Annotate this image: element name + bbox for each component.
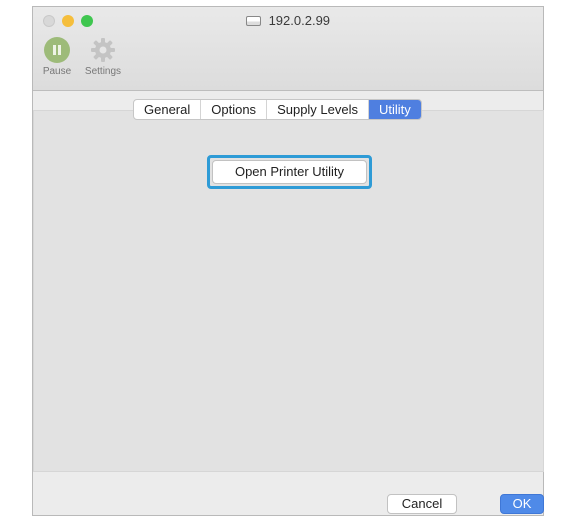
window-title-text: 192.0.2.99: [268, 13, 331, 28]
pause-icon: [44, 37, 70, 63]
ok-button[interactable]: OK: [500, 494, 544, 514]
printer-dialog-window: 192.0.2.99 Pause Settings General Option…: [32, 6, 544, 516]
dialog-content: General Options Supply Levels Utility Op…: [33, 91, 544, 515]
tab-bar: General Options Supply Levels Utility: [133, 99, 422, 120]
tab-supply-levels[interactable]: Supply Levels: [267, 100, 370, 119]
utility-tab-panel: Open Printer Utility: [33, 110, 544, 472]
title-bar: 192.0.2.99 Pause Settings: [33, 7, 543, 91]
settings-button[interactable]: Settings: [77, 37, 129, 77]
gear-icon: [90, 37, 116, 63]
window-title: 192.0.2.99: [33, 13, 543, 28]
tab-utility[interactable]: Utility: [369, 100, 421, 119]
open-printer-utility-button[interactable]: Open Printer Utility: [212, 160, 367, 184]
tab-options[interactable]: Options: [201, 100, 268, 119]
tab-general[interactable]: General: [134, 100, 202, 119]
pause-button[interactable]: Pause: [39, 37, 75, 77]
pause-label: Pause: [42, 66, 72, 77]
cancel-button[interactable]: Cancel: [387, 494, 457, 514]
settings-label: Settings: [84, 66, 122, 77]
printer-icon: [245, 16, 261, 26]
